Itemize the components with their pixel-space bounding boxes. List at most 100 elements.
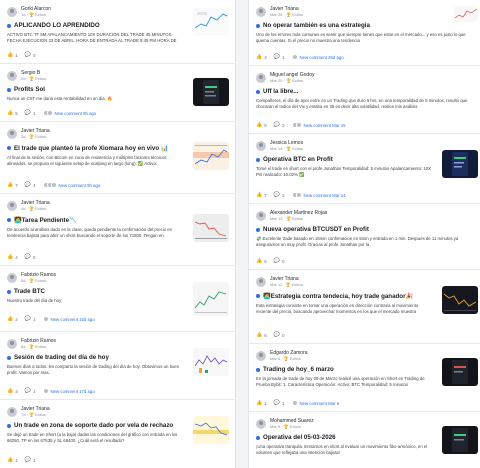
new-comment-link[interactable]: New comment Mar 6: [300, 401, 340, 406]
post-card[interactable]: Javier Triana 7d · 🏆 Exitos Un trade en …: [0, 400, 235, 468]
avatar[interactable]: [7, 7, 17, 17]
comment-count[interactable]: 💬 1: [25, 457, 36, 463]
thumbs-up-icon: 👍: [7, 52, 14, 58]
like-button[interactable]: 👍 4: [7, 254, 18, 260]
avatar[interactable]: [256, 7, 266, 17]
avatar[interactable]: [256, 351, 266, 361]
comment-count[interactable]: 💬 0: [25, 52, 36, 58]
post-card[interactable]: Javier Triana Mar 28 · 🏆 Exitos No opera…: [249, 0, 480, 66]
post-title[interactable]: Sesión de trading del día de hoy: [14, 354, 109, 361]
like-button[interactable]: 👍 2: [7, 316, 18, 322]
avatar[interactable]: [7, 129, 17, 139]
like-button[interactable]: 👍 3: [7, 388, 18, 394]
post-excerpt: 💸 Excelente trade basado en 15min confir…: [256, 236, 459, 247]
comment-count[interactable]: 💬 0: [274, 258, 285, 264]
new-comment-link[interactable]: New comment Mar 14: [304, 193, 346, 198]
new-comment-link[interactable]: New comment 9h ago: [55, 111, 97, 116]
post-title[interactable]: Operativa del 05-03-2026: [263, 434, 336, 441]
post-title[interactable]: El trade que planteó la profe Xiomara ho…: [14, 144, 169, 152]
post-thumbnail[interactable]: [442, 286, 478, 314]
avatar[interactable]: [256, 277, 266, 287]
post-excerpt: En la jornada de trade de hoy 06 de Marz…: [256, 376, 425, 387]
comment-count[interactable]: 💬 2: [274, 122, 285, 128]
avatar[interactable]: [7, 273, 17, 283]
avatar[interactable]: [7, 407, 17, 417]
post-title[interactable]: 🧑‍💻Tarea Pendiente📉: [14, 216, 77, 224]
post-card[interactable]: Sergio B 2d · 🏆 Exitos Profits Sol Nunca…: [0, 64, 235, 122]
comment-count[interactable]: 💬 1: [274, 54, 285, 60]
comment-icon: 💬: [24, 388, 31, 394]
post-card[interactable]: Javier Triana Mar 11 · 🏆 Exitos 🧑‍💻Estra…: [249, 270, 480, 344]
post-thumbnail[interactable]: [442, 358, 478, 386]
post-thumbnail[interactable]: [193, 142, 229, 170]
like-button[interactable]: 👍 4: [256, 54, 267, 60]
post-thumbnail[interactable]: [193, 214, 229, 242]
post-thumbnail[interactable]: [193, 78, 229, 106]
avatar[interactable]: [256, 73, 266, 83]
post-thumbnail[interactable]: [454, 6, 478, 22]
comment-count[interactable]: 💬 1: [25, 388, 36, 394]
like-button[interactable]: 👍 6: [256, 258, 267, 264]
comment-count[interactable]: 💬 1: [25, 110, 36, 116]
comment-icon: 💬: [273, 258, 280, 264]
post-title[interactable]: 🧑‍💻Estrategia contra tendecia, hoy trade…: [263, 292, 413, 300]
like-button[interactable]: 👍 1: [256, 400, 267, 406]
post-card[interactable]: Miguel angel Godoy Mar 20 · 🏆 Exitos Uff…: [249, 66, 480, 134]
avatar[interactable]: [256, 141, 266, 151]
comment-count[interactable]: 💬 1: [274, 400, 285, 406]
post-title[interactable]: Trade BTC: [14, 288, 45, 295]
post-excerpt: ¡Una operativa tranquila. Entramos en sh…: [256, 444, 428, 455]
post-level: 2d · 🏆 Exitos: [21, 76, 47, 81]
like-button[interactable]: 👍 6: [256, 332, 267, 338]
post-card[interactable]: Jessica Lemos Mar 14 · 🏆 Exitos Operativ…: [249, 134, 480, 204]
like-button[interactable]: 👍 7: [7, 182, 18, 188]
new-comment-link[interactable]: New comment Mar 15: [304, 123, 346, 128]
post-card[interactable]: Mohammed Suarez Mar 5 · 🏆 Exitos Operati…: [249, 412, 480, 468]
like-button[interactable]: 👍 5: [7, 110, 18, 116]
post-title[interactable]: Nueva operativa BTCUSDT en Profit: [263, 226, 369, 233]
post-title[interactable]: Uff la libre...: [263, 88, 298, 95]
post-card[interactable]: Javier Triana 4d · 🏆 Exitos 🧑‍💻Tarea Pen…: [0, 194, 235, 266]
post-excerpt: Uno de los errores más comunes es sentir…: [256, 32, 466, 43]
avatar[interactable]: [256, 211, 266, 221]
post-thumbnail[interactable]: [442, 150, 478, 178]
new-comment-link[interactable]: New comment 15d ago: [51, 317, 95, 322]
post-card[interactable]: Fabrizio Ramos 6d · 🏆 Exitos Sesión de t…: [0, 332, 235, 400]
post-thumbnail[interactable]: [193, 348, 229, 376]
new-comment-link[interactable]: New comment 9h ago: [59, 183, 101, 188]
thumbs-up-icon: 👍: [256, 400, 263, 406]
post-card[interactable]: 👍 2 💬 1 New comment 15d ago: [0, 308, 235, 332]
comment-count[interactable]: 💬 4: [25, 182, 36, 188]
new-comment-link[interactable]: New comment 26d ago: [300, 55, 344, 60]
post-card[interactable]: Gorki Alarcon 1d · 🏆 Exitos APLICANDO LO…: [0, 0, 235, 64]
like-button[interactable]: 👍 5: [256, 122, 267, 128]
thumbs-up-icon: 👍: [7, 388, 14, 394]
thumbs-up-icon: 👍: [256, 258, 263, 264]
post-title[interactable]: Profits Sol: [14, 86, 45, 93]
new-comment-link[interactable]: New comment 17d ago: [51, 389, 95, 394]
post-title[interactable]: Un trade en zona de soporte dado por vel…: [14, 422, 173, 429]
like-button[interactable]: 👍 1: [7, 457, 18, 463]
post-title[interactable]: Trading de hoy_6 marzo: [263, 366, 334, 373]
post-card[interactable]: Alexander Martinez Rojas Mar 13 · 🏆 Exit…: [249, 204, 480, 270]
like-button[interactable]: 👍 7: [256, 192, 267, 198]
post-card[interactable]: Edgardo Zamora Mar 6 · 🏆 Exitos Trading …: [249, 344, 480, 412]
comment-count[interactable]: 💬 0: [274, 332, 285, 338]
post-title[interactable]: Operativa BTC en Profit: [263, 156, 333, 163]
post-card[interactable]: Javier Triana 3d · 🏆 Exitos El trade que…: [0, 122, 235, 194]
post-thumbnail[interactable]: [193, 8, 229, 36]
avatar[interactable]: [7, 201, 17, 211]
comment-count[interactable]: 💬 0: [25, 254, 36, 260]
post-title[interactable]: No operar también es una estrategia: [263, 22, 370, 29]
avatar[interactable]: [7, 339, 17, 349]
like-button[interactable]: 👍 1: [7, 52, 18, 58]
post-thumbnail[interactable]: [442, 426, 478, 454]
post-thumbnail[interactable]: [193, 416, 229, 444]
comment-count[interactable]: 💬 2: [274, 192, 285, 198]
avatar[interactable]: [256, 419, 266, 429]
avatar[interactable]: [7, 71, 17, 81]
post-card[interactable]: Fabrizio Ramos 5d · 🏆 Exitos Trade BTC N…: [0, 266, 235, 316]
comment-count[interactable]: 💬 1: [25, 316, 36, 322]
post-excerpt: Al final de la sesión, con Bitcoin en zo…: [7, 155, 167, 166]
post-title[interactable]: APLICANDO LO APRENDIDO: [14, 22, 100, 29]
